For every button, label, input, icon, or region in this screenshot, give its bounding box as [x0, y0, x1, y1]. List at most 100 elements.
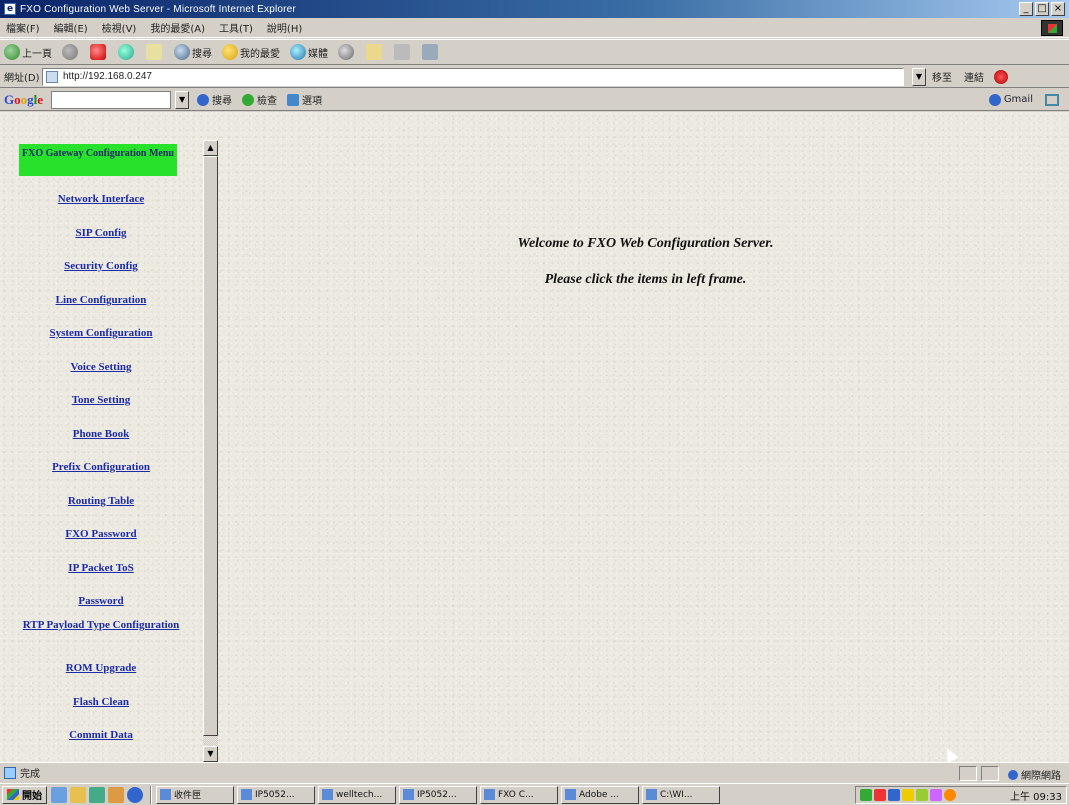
media-button[interactable]: 媒體	[290, 44, 328, 60]
nav-link-network-interface[interactable]: Network Interface	[12, 193, 190, 205]
quicklaunch-media-icon[interactable]	[108, 786, 124, 803]
maximize-button[interactable]: □	[1035, 2, 1049, 16]
taskbar-separator	[150, 785, 152, 804]
close-button[interactable]: ×	[1051, 2, 1065, 16]
search-icon	[174, 44, 190, 60]
taskbar-clock[interactable]: 上午 09:33	[1010, 788, 1062, 803]
mail-button[interactable]	[366, 44, 384, 60]
quicklaunch-folder-icon[interactable]	[70, 786, 86, 803]
task-ip5052-b[interactable]: IP5052...	[399, 785, 477, 804]
menu-file[interactable]: 檔案(F)	[6, 20, 40, 35]
nav-link-ip-packet-tos[interactable]: IP Packet ToS	[12, 562, 190, 574]
minimize-button[interactable]: _	[1019, 2, 1033, 16]
quicklaunch-desktop-icon[interactable]	[51, 786, 67, 803]
tray-im-icon[interactable]	[888, 789, 900, 801]
search-button[interactable]: 搜尋	[174, 44, 212, 60]
media-label: 媒體	[308, 48, 328, 60]
nav-link-rtp-payload-type[interactable]: RTP Payload Type Configuration	[20, 619, 182, 631]
google-search-button[interactable]: 搜尋	[197, 92, 232, 107]
nav-link-flash-clean[interactable]: Flash Clean	[12, 696, 190, 708]
nav-link-voice-setting[interactable]: Voice Setting	[12, 361, 190, 373]
nav-link-system-configuration[interactable]: System Configuration	[12, 327, 190, 339]
toolbar-extension-icon[interactable]	[994, 69, 1008, 84]
stop-icon	[90, 44, 106, 60]
tray-app-icon[interactable]	[916, 789, 928, 801]
menu-tools[interactable]: 工具(T)	[219, 20, 253, 35]
favorites-button[interactable]: 我的最愛	[222, 44, 280, 60]
menu-favorites[interactable]: 我的最愛(A)	[150, 20, 205, 35]
menu-edit[interactable]: 編輯(E)	[54, 20, 88, 35]
nav-link-routing-table[interactable]: Routing Table	[12, 495, 190, 507]
tray-antivirus-icon[interactable]	[874, 789, 886, 801]
back-arrow-icon	[4, 44, 20, 60]
scroll-up-button[interactable]: ▲	[203, 140, 218, 156]
nav-link-sip-config[interactable]: SIP Config	[12, 227, 190, 239]
links-button[interactable]: 連結	[964, 69, 984, 84]
tray-volume-icon[interactable]	[902, 789, 914, 801]
address-input[interactable]: http://192.168.0.247	[42, 67, 904, 86]
nav-link-line-configuration[interactable]: Line Configuration	[12, 294, 190, 306]
star-icon	[222, 44, 238, 60]
refresh-button[interactable]	[118, 44, 136, 60]
task-cmd[interactable]: C:\WI...	[642, 785, 720, 804]
quicklaunch-browser-icon[interactable]	[127, 786, 143, 803]
google-toolbar: Google ▼ 搜尋 檢查 選項 Gmail	[0, 89, 1069, 111]
windows-flag-icon	[7, 789, 19, 800]
scroll-down-button[interactable]: ▼	[203, 746, 218, 762]
back-label: 上一頁	[22, 48, 52, 60]
status-bar: 完成 網際網路	[0, 762, 1069, 782]
go-button[interactable]: 移至	[932, 69, 952, 84]
google-options-button[interactable]: 選項	[287, 92, 322, 107]
menu-help[interactable]: 說明(H)	[267, 20, 302, 35]
page-content: FXO Gateway Configuration Menu Network I…	[0, 112, 1069, 762]
nav-link-phone-book[interactable]: Phone Book	[12, 428, 190, 440]
task-inbox[interactable]: 收件匣	[156, 785, 234, 804]
quicklaunch-app-icon[interactable]	[89, 786, 105, 803]
mail-envelope-icon[interactable]	[1045, 93, 1059, 106]
tray-browser-icon[interactable]	[944, 789, 956, 801]
task-adobe[interactable]: Adobe ...	[561, 785, 639, 804]
print-button[interactable]	[394, 44, 412, 60]
task-label: 收件匣	[174, 791, 202, 801]
globe-icon	[1008, 769, 1018, 780]
back-button[interactable]: 上一頁	[4, 44, 52, 60]
start-button[interactable]: 開始	[2, 785, 47, 804]
edit-button[interactable]	[422, 44, 440, 60]
scroll-thumb[interactable]	[203, 156, 218, 736]
google-search-input[interactable]	[51, 90, 172, 109]
google-logo[interactable]: Google	[4, 92, 43, 108]
task-fxo[interactable]: FXO C...	[480, 785, 558, 804]
task-welltech[interactable]: welltech...	[318, 785, 396, 804]
mail-icon	[366, 44, 382, 60]
internet-zone: 網際網路	[1008, 767, 1061, 782]
refresh-icon	[118, 44, 134, 60]
nav-scrollbar[interactable]: ▲ ▼	[203, 140, 218, 762]
options-icon	[287, 93, 300, 106]
history-button[interactable]	[338, 44, 356, 60]
nav-link-password[interactable]: Password	[12, 595, 190, 607]
gmail-icon	[988, 93, 1001, 106]
nav-link-commit-data[interactable]: Commit Data	[12, 729, 190, 741]
home-button[interactable]	[146, 44, 164, 60]
tray-network-icon[interactable]	[860, 789, 872, 801]
stop-button[interactable]	[90, 44, 108, 60]
home-icon	[146, 44, 162, 60]
forward-button[interactable]	[62, 44, 80, 60]
task-label: FXO C...	[498, 789, 534, 800]
nav-link-rom-upgrade[interactable]: ROM Upgrade	[12, 662, 190, 674]
menu-view[interactable]: 檢視(V)	[102, 20, 137, 35]
address-dropdown-button[interactable]: ▼	[912, 67, 926, 86]
left-nav-frame: FXO Gateway Configuration Menu Network I…	[12, 144, 221, 762]
nav-link-fxo-password[interactable]: FXO Password	[12, 528, 190, 540]
history-icon	[338, 44, 354, 60]
google-search-dropdown[interactable]: ▼	[175, 90, 190, 109]
google-check-button[interactable]: 檢查	[242, 92, 277, 107]
nav-link-security-config[interactable]: Security Config	[12, 260, 190, 272]
nav-link-prefix-configuration[interactable]: Prefix Configuration	[12, 461, 190, 473]
gmail-button[interactable]: Gmail	[988, 93, 1033, 106]
task-ip5052-a[interactable]: IP5052...	[237, 785, 315, 804]
tray-app2-icon[interactable]	[930, 789, 942, 801]
google-search-label: 搜尋	[212, 96, 233, 107]
zone-label: 網際網路	[1021, 771, 1061, 782]
nav-link-tone-setting[interactable]: Tone Setting	[12, 394, 190, 406]
